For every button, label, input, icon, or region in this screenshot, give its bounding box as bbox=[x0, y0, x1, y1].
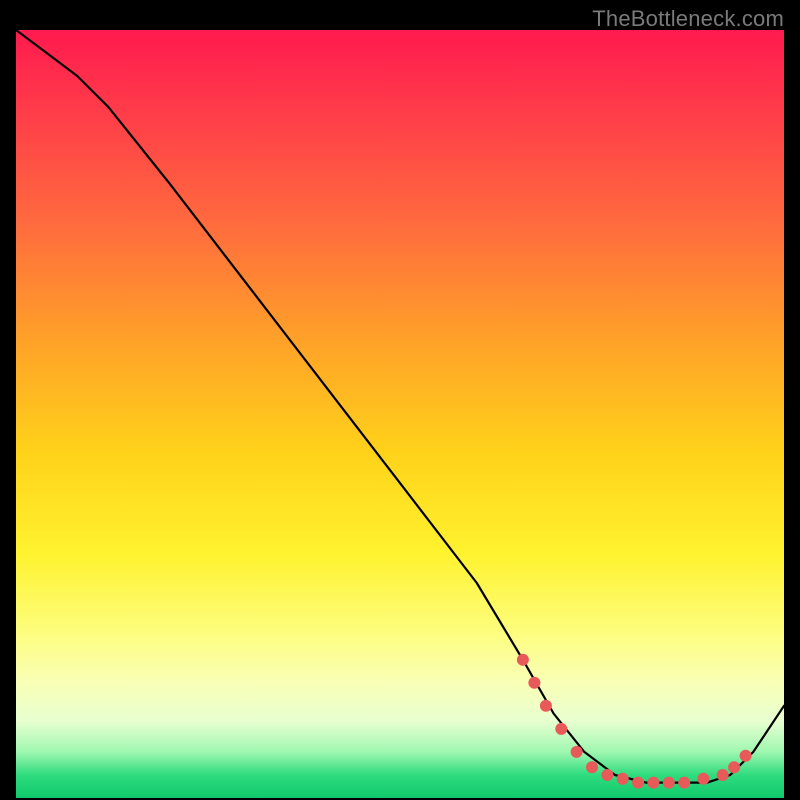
highlight-dot bbox=[617, 773, 629, 785]
highlight-dot bbox=[697, 773, 709, 785]
bottleneck-curve bbox=[16, 30, 784, 783]
highlight-dot bbox=[717, 769, 729, 781]
highlight-dot bbox=[740, 750, 752, 762]
highlight-dot bbox=[555, 723, 567, 735]
highlight-dot bbox=[571, 746, 583, 758]
highlight-dot bbox=[678, 777, 690, 789]
highlight-dot bbox=[517, 654, 529, 666]
chart-area bbox=[16, 30, 784, 798]
highlight-dot bbox=[601, 769, 613, 781]
highlight-dot bbox=[586, 761, 598, 773]
highlight-dot bbox=[528, 677, 540, 689]
highlight-dot bbox=[540, 700, 552, 712]
highlight-dot bbox=[647, 777, 659, 789]
watermark-text: TheBottleneck.com bbox=[592, 6, 784, 32]
highlight-dots-group bbox=[517, 654, 752, 789]
highlight-dot bbox=[728, 761, 740, 773]
chart-svg bbox=[16, 30, 784, 798]
highlight-dot bbox=[632, 777, 644, 789]
highlight-dot bbox=[663, 777, 675, 789]
